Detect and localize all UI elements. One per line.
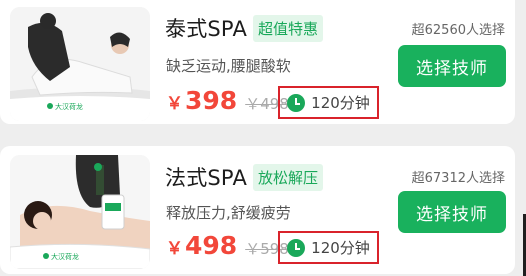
price-row: ￥398 ￥498 xyxy=(166,86,289,115)
brand-logo-text: 大汉荷龙 xyxy=(51,252,79,261)
service-card-thai-spa[interactable]: 大汉荷龙 泰式SPA 超值特惠 超62560人选择 缺乏运动,腰腿酸软 ￥398… xyxy=(0,0,515,124)
service-description: 释放压力,舒缓疲劳 xyxy=(166,204,291,222)
price-value: 398 xyxy=(185,86,238,115)
thai-spa-photo: 大汉荷龙 xyxy=(10,7,150,121)
title-row: 法式SPA 放松解压 xyxy=(165,162,324,192)
service-tag: 超值特惠 xyxy=(253,14,324,42)
sold-count: 超62560人选择 xyxy=(411,23,505,38)
price-row: ￥498 ￥598 xyxy=(166,231,289,260)
french-spa-photo: 大汉荷龙 xyxy=(10,155,150,269)
clock-icon xyxy=(287,238,306,257)
service-description: 缺乏运动,腰腿酸软 xyxy=(166,57,291,75)
brand-logo-text: 大汉荷龙 xyxy=(55,102,83,111)
service-title: 法式SPA xyxy=(165,166,248,190)
currency-symbol: ￥ xyxy=(166,94,183,114)
clock-icon xyxy=(287,93,306,112)
duration-badge: 120分钟 xyxy=(278,86,379,119)
select-therapist-button[interactable]: 选择技师 xyxy=(398,45,506,87)
service-card-french-spa[interactable]: 大汉荷龙 法式SPA 放松解压 超67312人选择 释放压力,舒缓疲劳 ￥498… xyxy=(0,146,515,274)
title-row: 泰式SPA 超值特惠 xyxy=(165,13,324,43)
sold-count: 超67312人选择 xyxy=(411,171,505,186)
current-price: ￥398 xyxy=(166,86,237,115)
price-value: 498 xyxy=(185,231,238,260)
duration-text: 120分钟 xyxy=(311,94,370,112)
current-price: ￥498 xyxy=(166,231,237,260)
duration-text: 120分钟 xyxy=(311,239,370,257)
duration-badge: 120分钟 xyxy=(278,231,379,264)
service-tag: 放松解压 xyxy=(253,163,324,191)
select-therapist-button[interactable]: 选择技师 xyxy=(398,191,506,233)
currency-symbol: ￥ xyxy=(166,239,183,259)
service-title: 泰式SPA xyxy=(165,17,248,41)
